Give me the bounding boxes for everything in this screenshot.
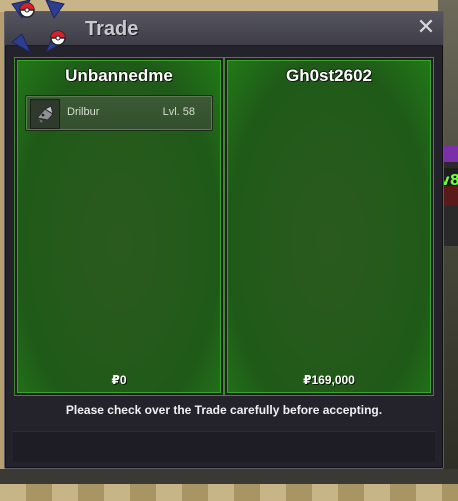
player-name: Unbannedme: [65, 66, 173, 85]
trade-notice: Please check over the Trade carefully be…: [65, 403, 383, 417]
offered-pokemon-slot[interactable]: Drilbur Lvl. 58: [25, 95, 213, 131]
game-world-floor: [0, 484, 458, 501]
money-offer: ₽169,000: [303, 373, 355, 387]
partner-name: Gh0st2602: [286, 66, 372, 85]
window-title: Trade: [85, 18, 139, 40]
pokemon-name: Drilbur: [67, 106, 100, 118]
trade-panel-partner: Gh0st2602 ₽169,000: [224, 57, 434, 396]
trade-footer: [13, 431, 435, 462]
trade-panel-you: Unbannedme Drilbur Lvl. 58 ₽0: [14, 57, 224, 396]
close-button[interactable]: ✕: [415, 16, 437, 38]
pokeball-logo-icon: [11, 0, 66, 54]
money-offer: ₽0: [111, 373, 127, 387]
pokemon-level: Lvl. 58: [162, 106, 195, 118]
drilbur-icon: [30, 99, 60, 129]
trade-window: Trade ✕ Unbannedme Drilbur Lvl. 58 ₽0 Gh…: [4, 0, 444, 469]
